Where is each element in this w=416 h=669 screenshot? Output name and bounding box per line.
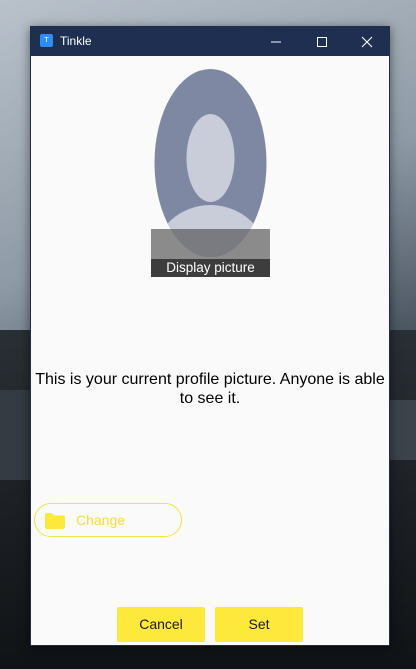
- window-title: Tinkle: [60, 34, 92, 48]
- cancel-button[interactable]: Cancel: [117, 607, 205, 642]
- folder-icon: [45, 513, 65, 529]
- app-window: T Tinkle Display picture This is your cu…: [30, 26, 390, 646]
- maximize-icon: [317, 37, 327, 47]
- minimize-button[interactable]: [253, 27, 299, 56]
- change-picture-button[interactable]: Change: [34, 503, 182, 537]
- close-icon: [361, 36, 373, 48]
- change-button-label: Change: [76, 512, 126, 528]
- background-detail: [0, 390, 30, 480]
- dialog-content: Display picture This is your current pro…: [31, 56, 389, 645]
- background-detail: [386, 400, 416, 460]
- minimize-icon: [271, 41, 281, 43]
- maximize-button[interactable]: [299, 27, 345, 56]
- caption-overlay: [151, 229, 270, 259]
- display-picture-caption: Display picture: [151, 259, 270, 277]
- set-button[interactable]: Set: [215, 607, 303, 642]
- title-bar[interactable]: T Tinkle: [31, 27, 389, 56]
- close-button[interactable]: [344, 27, 390, 56]
- app-icon: T: [40, 34, 53, 47]
- profile-info-text: This is your current profile picture. An…: [35, 371, 385, 407]
